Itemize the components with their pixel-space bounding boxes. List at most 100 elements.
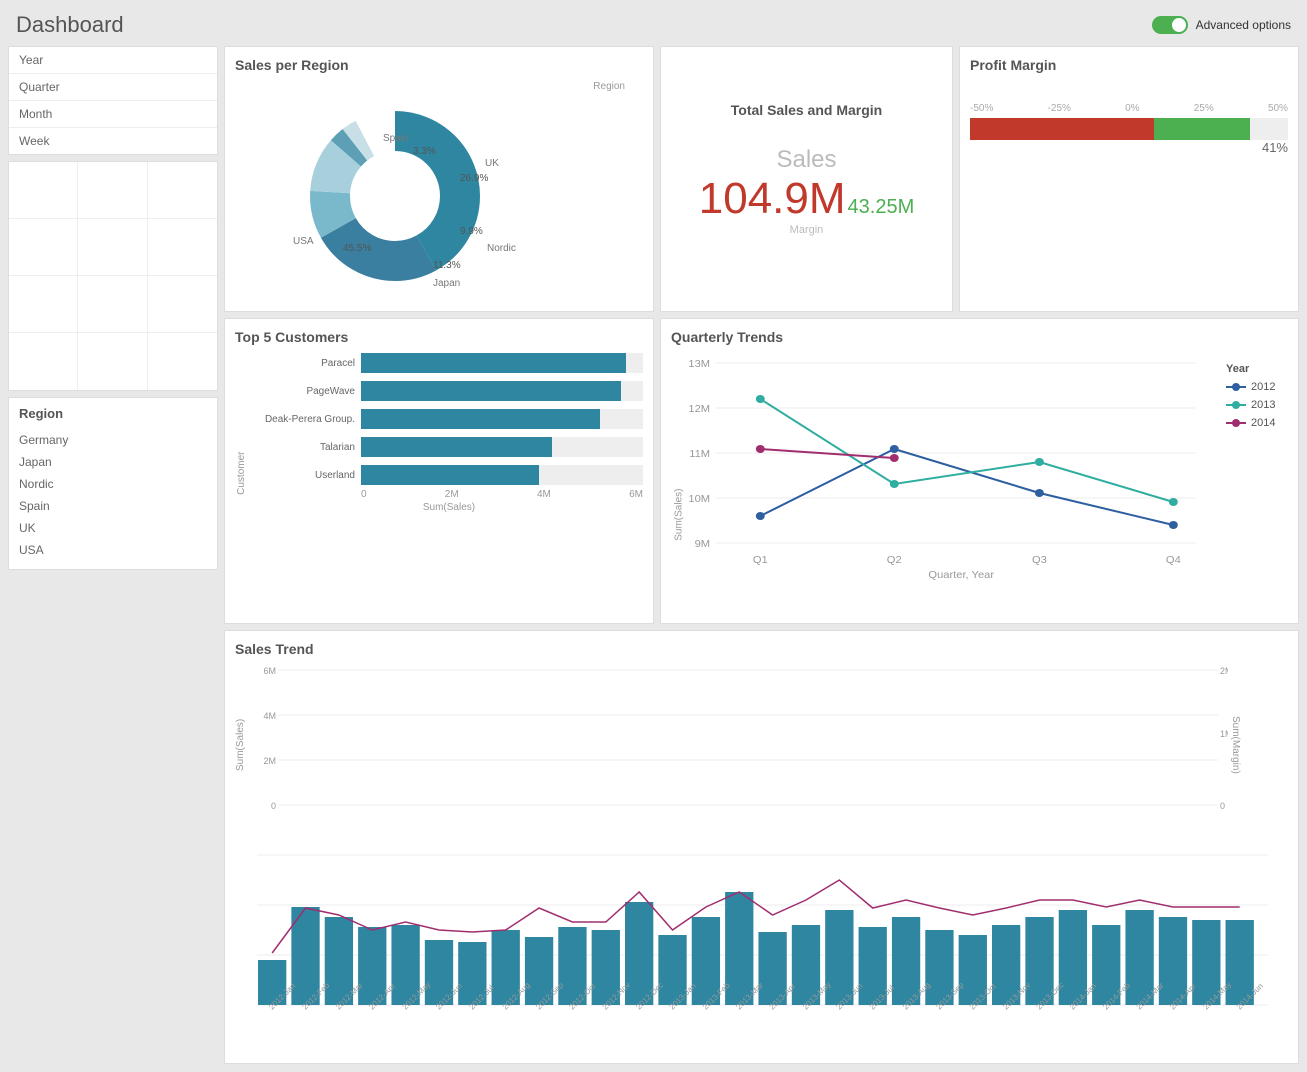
quarterly-chart: 13M 12M 11M 10M 9M Q1 Q2 Q3 Q4 xyxy=(671,353,1218,583)
trend-chart-area: 2012-Jan 2012-Feb 2012-Mar 2012-Apr 2012 xyxy=(257,850,1268,1053)
trend-y-left-label: Sum(Sales) xyxy=(235,665,246,825)
svg-text:26.9%: 26.9% xyxy=(460,173,488,184)
svg-text:13M: 13M xyxy=(688,359,710,370)
pm-axis-50: 50% xyxy=(1268,103,1288,114)
sales-trend-panel: Sales Trend Sum(Sales) 0 2M 4M xyxy=(224,630,1299,1064)
pm-axis: -50% -25% 0% 25% 50% xyxy=(970,103,1288,114)
svg-text:Q2: Q2 xyxy=(887,555,902,566)
svg-text:9M: 9M xyxy=(695,539,710,550)
legend-item-2012: 2012 xyxy=(1226,381,1288,393)
svg-text:1M: 1M xyxy=(1220,729,1228,739)
advanced-options-control[interactable]: Advanced options xyxy=(1152,16,1291,34)
legend-label-2014: 2014 xyxy=(1251,417,1275,429)
svg-text:Q4: Q4 xyxy=(1166,555,1181,566)
qt-y-label: Sum(Sales) xyxy=(674,489,685,541)
legend-item-2014: 2014 xyxy=(1226,417,1288,429)
legend-item-2013: 2013 xyxy=(1226,399,1288,411)
top-customers-panel: Top 5 Customers Customer Paracel xyxy=(224,318,654,624)
svg-text:Quarter, Year: Quarter, Year xyxy=(928,570,994,581)
sales-region-title: Sales per Region xyxy=(235,57,643,73)
profit-margin-panel: Profit Margin -50% -25% 0% 25% 50% xyxy=(959,46,1299,312)
top-customers-title: Top 5 Customers xyxy=(235,329,643,345)
legend-label-2013: 2013 xyxy=(1251,399,1275,411)
sidebar-grid xyxy=(8,161,218,391)
pm-bar-green xyxy=(1154,118,1249,140)
pm-axis-n50: -50% xyxy=(970,103,993,114)
svg-text:UK: UK xyxy=(485,158,499,169)
table-row: Paracel xyxy=(255,353,643,373)
total-sales-title: Total Sales and Margin xyxy=(731,102,882,118)
svg-text:0: 0 xyxy=(1220,801,1225,811)
pm-percentage: 41% xyxy=(970,140,1288,155)
svg-text:Q1: Q1 xyxy=(753,555,768,566)
svg-text:11M: 11M xyxy=(689,449,710,460)
sales-trend-title: Sales Trend xyxy=(235,641,1288,657)
region-title: Region xyxy=(19,406,207,421)
svg-text:Q3: Q3 xyxy=(1032,555,1047,566)
svg-text:2M: 2M xyxy=(263,756,276,766)
svg-text:Nordic: Nordic xyxy=(487,243,516,254)
svg-text:10M: 10M xyxy=(688,494,710,505)
region-uk[interactable]: UK xyxy=(19,517,207,539)
table-row: Deak-Perera Group. xyxy=(255,409,643,429)
svg-text:USA: USA xyxy=(293,236,314,247)
pm-axis-25: 25% xyxy=(1194,103,1214,114)
advanced-options-toggle[interactable] xyxy=(1152,16,1188,34)
svg-text:9.9%: 9.9% xyxy=(460,226,483,237)
page-title: Dashboard xyxy=(16,12,124,38)
region-germany[interactable]: Germany xyxy=(19,429,207,451)
margin-label: Margin xyxy=(699,224,914,236)
region-legend-label: Region xyxy=(593,81,625,92)
pm-axis-n25: -25% xyxy=(1048,103,1071,114)
qt-legend: Year 2012 2013 2014 xyxy=(1218,353,1288,613)
filter-year[interactable]: Year xyxy=(9,47,217,74)
svg-text:2M: 2M xyxy=(1220,666,1228,676)
sidebar: Year Quarter Month Week xyxy=(8,46,218,1064)
customer-name: Talarian xyxy=(255,442,355,453)
customer-bar xyxy=(361,353,626,373)
total-sales-panel: Total Sales and Margin Sales 104.9M 43.2… xyxy=(660,46,953,312)
customer-name: Deak-Perera Group. xyxy=(255,414,355,425)
customers-x-label: Sum(Sales) xyxy=(255,502,643,513)
sales-trend-chart: 0 2M 4M 6M 0 1M 2M xyxy=(248,665,1228,850)
customer-name: Paracel xyxy=(255,358,355,369)
customer-name: PageWave xyxy=(255,386,355,397)
profit-margin-title: Profit Margin xyxy=(970,57,1288,73)
region-filter: Region Germany Japan Nordic Spain UK USA xyxy=(8,397,218,570)
customer-name: Userland xyxy=(255,470,355,481)
margin-value: 43.25M xyxy=(848,196,915,219)
pm-axis-0: 0% xyxy=(1125,103,1139,114)
svg-text:45.5%: 45.5% xyxy=(343,243,371,254)
svg-text:12M: 12M xyxy=(688,404,710,415)
quarterly-trends-title: Quarterly Trends xyxy=(671,329,1288,345)
svg-text:11.3%: 11.3% xyxy=(433,260,461,271)
sales-per-region-panel: Sales per Region Region xyxy=(224,46,654,312)
filter-week[interactable]: Week xyxy=(9,128,217,154)
donut-chart: Region xyxy=(235,81,635,301)
customer-bar xyxy=(361,465,539,485)
region-usa[interactable]: USA xyxy=(19,539,207,561)
table-row: Userland xyxy=(255,465,643,485)
trend-chart-svg: 2012-Jan 2012-Feb 2012-Mar 2012-Apr 2012 xyxy=(257,850,1268,1050)
customers-y-label: Customer xyxy=(236,451,247,494)
advanced-options-label: Advanced options xyxy=(1196,18,1291,32)
pm-bar xyxy=(970,118,1288,140)
filter-group: Year Quarter Month Week xyxy=(8,46,218,155)
table-row: PageWave xyxy=(255,381,643,401)
svg-text:4M: 4M xyxy=(263,711,276,721)
trend-y-right-label: Sum(Margin) xyxy=(1230,665,1241,825)
svg-text:0: 0 xyxy=(271,801,276,811)
filter-month[interactable]: Month xyxy=(9,101,217,128)
svg-text:Spain: Spain xyxy=(383,133,409,144)
svg-text:6M: 6M xyxy=(263,666,276,676)
region-japan[interactable]: Japan xyxy=(19,451,207,473)
qt-legend-title: Year xyxy=(1226,363,1288,375)
customer-bar xyxy=(361,381,621,401)
customer-bar xyxy=(361,409,600,429)
region-spain[interactable]: Spain xyxy=(19,495,207,517)
filter-quarter[interactable]: Quarter xyxy=(9,74,217,101)
region-nordic[interactable]: Nordic xyxy=(19,473,207,495)
sales-value: 104.9M xyxy=(699,174,846,224)
x-axis-ticks: 0 2M 4M 6M xyxy=(255,489,643,500)
legend-label-2012: 2012 xyxy=(1251,381,1275,393)
